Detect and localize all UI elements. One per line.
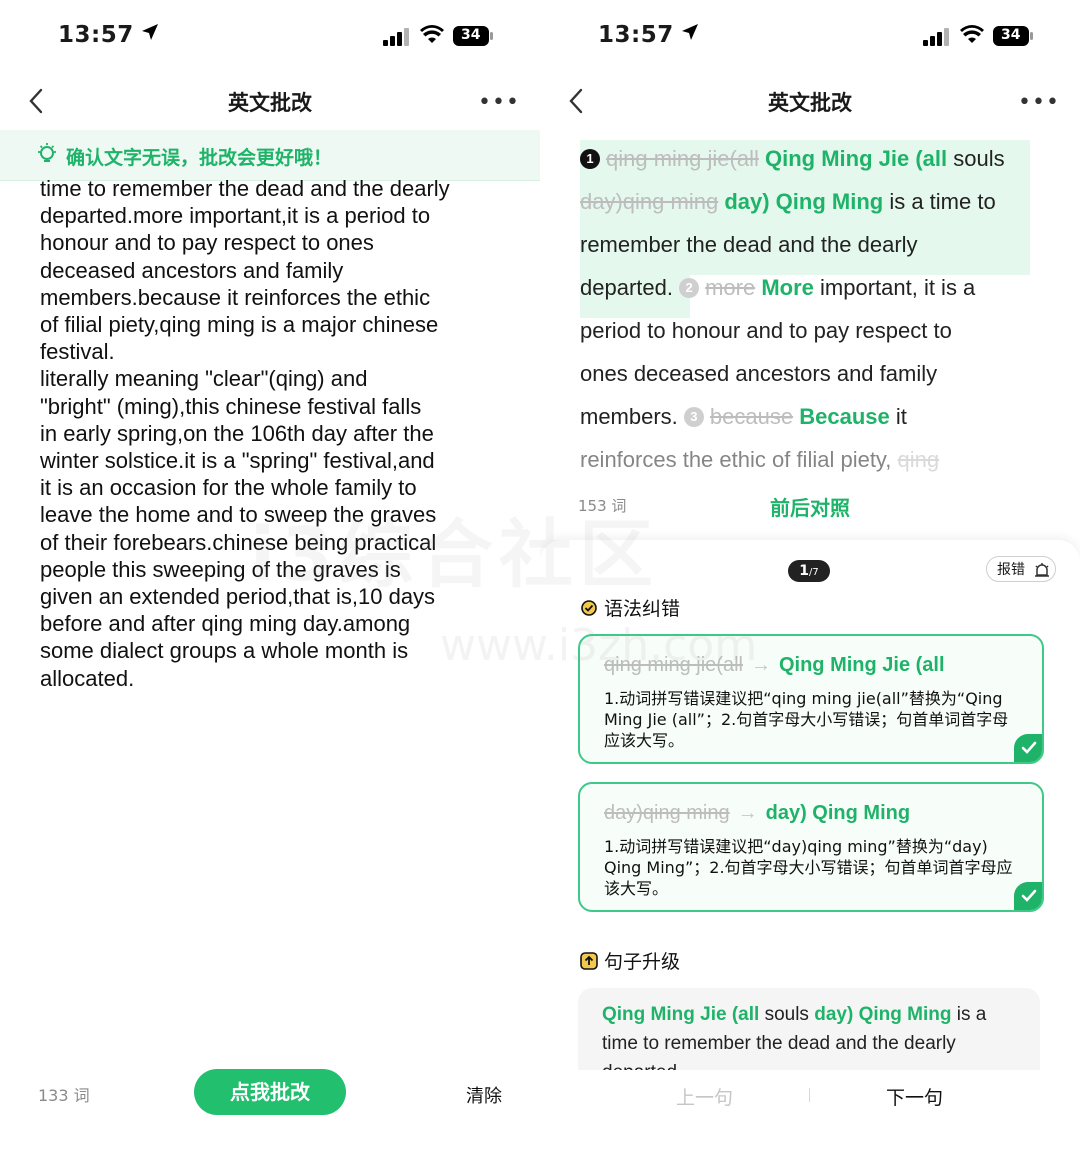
inserted-text: day) Qing Ming — [724, 189, 884, 214]
location-arrow-icon — [680, 22, 700, 48]
deleted-text: qing ming jie(all — [606, 146, 759, 171]
essay-line: deceased ancestors and family — [40, 257, 344, 283]
next-sentence-button[interactable]: 下一句 — [886, 1083, 943, 1110]
essay-line: some dialect groups a whole month is — [40, 638, 409, 664]
annotated-line: day)qing ming day) Qing Ming is a time t… — [580, 189, 996, 214]
accepted-check-icon[interactable] — [1014, 734, 1042, 762]
word-count: 133 词 — [38, 1086, 90, 1105]
lightbulb-icon — [38, 143, 56, 162]
correction-number-badge[interactable]: 1 — [580, 149, 600, 169]
battery-icon: 34 — [452, 25, 494, 47]
essay-line: departed.more important,it is a period t… — [40, 203, 431, 229]
essay-line: winter solstice.it is a "spring" festiva… — [40, 448, 435, 474]
wifi-icon — [420, 25, 444, 43]
location-arrow-icon — [140, 22, 160, 48]
battery-level: 34 — [461, 27, 481, 43]
essay-line: "bright" (ming),this chinese festival fa… — [40, 393, 422, 419]
essay-line: honour and to pay respect to ones — [40, 230, 374, 256]
cellular-signal-icon — [923, 28, 949, 46]
correction-description: 1.动词拼写错误建议把“day)qing ming”替换为“day) Qing … — [604, 837, 1013, 898]
correction-number-badge[interactable]: 2 — [679, 278, 700, 298]
deleted-text: because — [709, 404, 794, 429]
annotated-line: period to honour and to pay respect to — [580, 318, 952, 343]
annotated-line: 1 qing ming jie(all Qing Ming Jie (all so… — [580, 146, 1005, 172]
essay-line: festival. — [40, 339, 115, 365]
divider — [809, 1088, 810, 1102]
essay-line: literally meaning "clear"(qing) and — [40, 366, 368, 392]
corrected-text: Qing Ming Jie (all — [778, 654, 945, 676]
report-error-button[interactable]: 报错 — [986, 556, 1056, 582]
deleted-text: more — [705, 275, 756, 300]
deleted-text: day)qing ming — [580, 189, 719, 214]
essay-line: members.because it reinforces the ethic — [40, 284, 431, 310]
essay-line: in early spring,on the 106th day after t… — [40, 420, 434, 446]
correction-number-badge[interactable]: 3 — [683, 407, 704, 427]
arrow-right-icon: → — [737, 802, 758, 824]
essay-text-area[interactable]: time to remember the dead and the dearly… — [40, 175, 500, 692]
watermark: i3综合社区 — [250, 512, 659, 598]
more-options-icon[interactable]: ••• — [1018, 90, 1060, 115]
annotated-line: departed. 2 more More important, it is a — [580, 275, 976, 300]
annotated-line: remember the dead and the dearly — [580, 232, 918, 257]
inserted-text: Because — [799, 404, 890, 429]
submit-correction-button[interactable]: 点我批改 — [194, 1069, 346, 1115]
essay-line: of filial piety,qing ming is a major chi… — [40, 312, 439, 338]
alarm-bell-icon — [1035, 563, 1049, 577]
annotated-line: reinforces the ethic of filial piety, qi… — [580, 447, 940, 472]
upgrade-section-title: 句子升级 — [580, 947, 680, 974]
page-title: 英文批改 — [768, 91, 852, 115]
tip-banner: 确认文字无误，批改会更好哦！ — [0, 130, 540, 181]
essay-line: time to remember the dead and the dearly — [40, 176, 450, 201]
sentence-navigation: 上一句 下一句 — [540, 1070, 1080, 1170]
inserted-text: More — [761, 275, 814, 300]
tip-text: 确认文字无误，批改会更好哦！ — [66, 147, 333, 169]
battery-icon: 34 — [992, 25, 1034, 47]
status-time: 13:57 — [58, 22, 160, 48]
corrected-text: day) Qing Ming — [765, 802, 911, 824]
upgrade-arrow-icon — [580, 952, 598, 970]
clear-button[interactable]: 清除 — [466, 1082, 502, 1108]
watermark-url: www.i3zh.com — [440, 620, 758, 671]
wifi-icon — [960, 25, 984, 43]
page-title: 英文批改 — [228, 91, 312, 115]
inserted-text: Qing Ming Jie (all — [764, 146, 948, 171]
annotated-line: members. 3 because Because it — [580, 404, 907, 429]
battery-level: 34 — [1001, 27, 1021, 43]
essay-line: before and after qing ming day.among — [40, 611, 411, 637]
previous-sentence-button[interactable]: 上一句 — [676, 1083, 733, 1110]
status-time: 13:57 — [598, 22, 700, 48]
correction-card[interactable]: day)qing ming → day) Qing Ming 1.动词拼写错误建议把… — [578, 782, 1044, 912]
cellular-signal-icon — [383, 28, 409, 46]
annotated-line: ones deceased ancestors and family — [580, 361, 938, 386]
accepted-check-icon[interactable] — [1014, 882, 1042, 910]
correction-pager: 1/7 — [788, 560, 830, 582]
more-options-icon[interactable]: ••• — [478, 90, 520, 115]
essay-line: allocated. — [40, 665, 135, 691]
original-text: day)qing ming — [604, 802, 730, 824]
correction-description: 1.动词拼写错误建议把“qing ming jie(all”替换为“Qing M… — [604, 689, 1009, 750]
